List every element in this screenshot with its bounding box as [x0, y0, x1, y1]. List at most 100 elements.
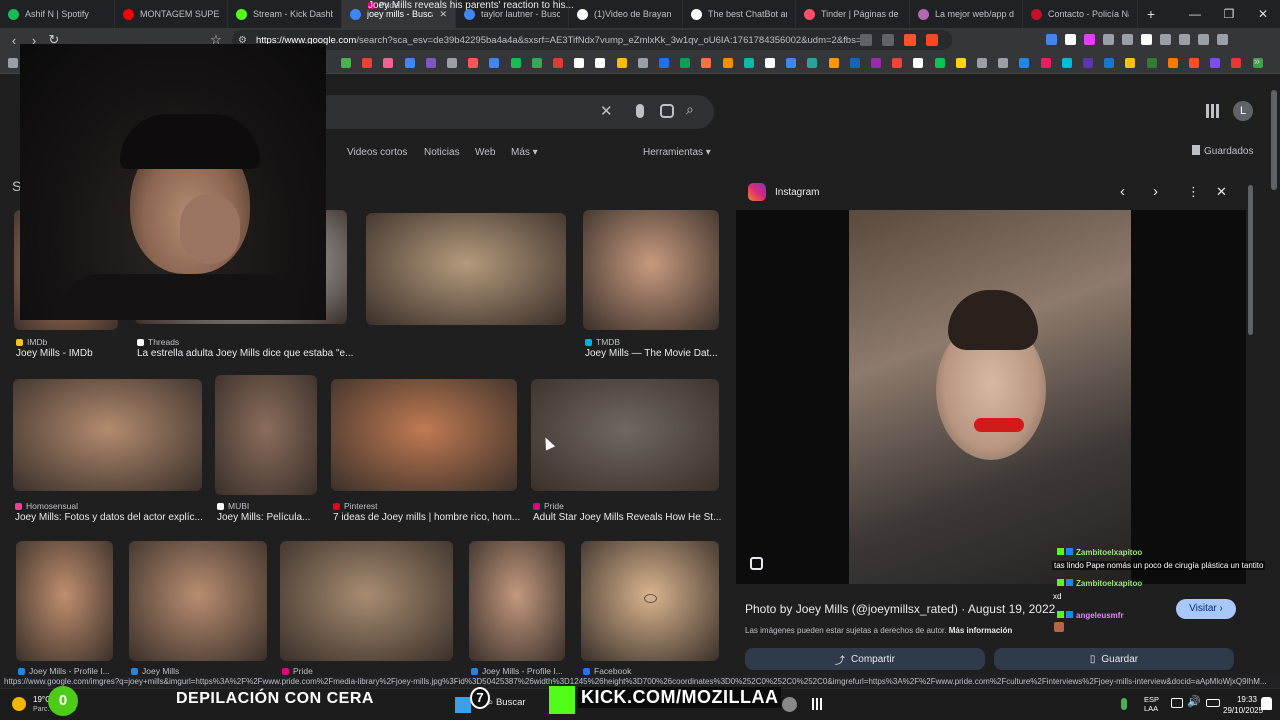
panel-next-icon[interactable]: ›	[1153, 183, 1158, 200]
result-thumbnail[interactable]	[583, 210, 719, 330]
bookmark-icon[interactable]	[362, 58, 373, 68]
result-thumbnail[interactable]	[129, 541, 267, 661]
tab-1[interactable]: Ashif N | Spotify	[0, 0, 115, 28]
result-source[interactable]: IMDb	[16, 337, 47, 347]
taskbar-search[interactable]: ⌕ Buscar	[488, 697, 526, 708]
result-caption[interactable]: 7 ideas de Joey mills | hombre rico, hom…	[333, 512, 520, 523]
apps-shortcut-icon[interactable]	[8, 58, 18, 68]
tab-7[interactable]: The best ChatBot and	[683, 0, 796, 28]
lens-search-icon[interactable]	[750, 557, 763, 570]
bookmark-icon[interactable]	[447, 58, 457, 68]
bookmark-icon[interactable]	[828, 58, 839, 68]
bookmark-icon[interactable]	[531, 58, 542, 68]
tab-9[interactable]: La mejor web/app de	[910, 0, 1023, 28]
language[interactable]: ESP LAA	[1144, 695, 1159, 713]
bookmark-icon[interactable]	[595, 58, 606, 68]
result-source[interactable]: Pinterest	[333, 501, 378, 511]
tab-10[interactable]: Contacto - Policía Nac	[1023, 0, 1138, 28]
saved-link[interactable]: Guardados	[1192, 145, 1253, 157]
close-window-button[interactable]: ✕	[1246, 7, 1280, 21]
windows-start-icon[interactable]	[455, 697, 471, 713]
extension-icon[interactable]	[1084, 34, 1095, 45]
result-source[interactable]: Joey Mills - Profile I...	[18, 666, 110, 676]
panel-title[interactable]: Photo by Joey Mills (@joeymillsx_rated) …	[745, 602, 1055, 616]
result-source[interactable]: Threads	[137, 337, 179, 347]
tab-8[interactable]: Tinder | Páginas de cit	[796, 0, 910, 28]
bookmark-icon[interactable]	[1167, 58, 1178, 68]
clear-icon[interactable]: ✕	[600, 102, 613, 120]
result-thumbnail[interactable]	[215, 375, 317, 495]
translate-icon[interactable]	[860, 34, 872, 46]
panel-prev-icon[interactable]: ‹	[1120, 183, 1125, 200]
bookmark-icon[interactable]	[637, 58, 648, 68]
bookmark-icon[interactable]	[468, 58, 479, 68]
bookmarks-overflow-icon[interactable]: »	[1254, 56, 1260, 68]
result-thumbnail[interactable]	[331, 379, 517, 491]
bookmark-icon[interactable]	[1231, 58, 1242, 68]
bookmark-icon[interactable]	[1125, 58, 1136, 68]
extension-icon[interactable]	[1103, 34, 1114, 45]
filter-news[interactable]: Noticias	[424, 147, 460, 158]
bookmark-icon[interactable]	[955, 58, 966, 68]
address-bar[interactable]: ⚙ https://www.google.com/search?sca_esv=…	[232, 30, 952, 50]
panel-close-icon[interactable]: ✕	[1216, 184, 1227, 200]
bookmark-icon[interactable]	[722, 58, 733, 68]
bookmark-icon[interactable]	[489, 58, 500, 68]
scrollbar[interactable]	[1271, 90, 1277, 190]
result-thumbnail[interactable]	[13, 379, 202, 491]
more-info-link[interactable]: Más información	[949, 626, 1013, 635]
app-icon[interactable]	[782, 697, 797, 712]
bookmark-icon[interactable]	[998, 58, 1009, 68]
result-source[interactable]: Facebook	[583, 666, 631, 676]
bookmark-icon[interactable]	[807, 58, 818, 68]
filter-videos[interactable]: Videos cortos	[347, 147, 407, 158]
result-caption[interactable]: Joey Mills: Fotos y datos del actor expl…	[15, 512, 203, 523]
bookmark-icon[interactable]	[680, 58, 691, 68]
extension-icon[interactable]	[1141, 34, 1152, 45]
bookmark-icon[interactable]	[341, 58, 351, 68]
extension-icon[interactable]	[1179, 34, 1190, 45]
bookmark-icon[interactable]	[616, 58, 627, 68]
extension-icon[interactable]	[1122, 34, 1133, 45]
search-icon[interactable]: ⌕	[686, 101, 694, 118]
filter-tools[interactable]: Herramientas ▾	[643, 147, 711, 158]
result-caption[interactable]: La estrella adulta Joey Mills dice que e…	[137, 348, 353, 359]
bookmark-icon[interactable]	[1146, 58, 1157, 68]
extension-icon[interactable]	[1046, 34, 1057, 45]
result-caption[interactable]: Joey Mills - IMDb	[16, 348, 93, 359]
bookmark-icon[interactable]	[701, 58, 712, 68]
extension-icon[interactable]	[1198, 34, 1209, 45]
bookmark-icon[interactable]	[425, 58, 436, 68]
save-button[interactable]: ▯ Guardar	[994, 648, 1234, 670]
filter-web[interactable]: Web	[475, 147, 495, 158]
bookmark-icon[interactable]	[510, 58, 521, 68]
bookmark-icon[interactable]	[1083, 58, 1093, 68]
apps-icon[interactable]	[1206, 104, 1220, 118]
bookmark-icon[interactable]	[871, 58, 881, 68]
minimize-button[interactable]: —	[1178, 7, 1212, 21]
search-box[interactable]: ✕ ⌕	[310, 95, 714, 129]
mic-icon[interactable]	[636, 104, 644, 118]
result-caption[interactable]: Joey Mills: Película...	[217, 512, 310, 523]
panel-scrollbar[interactable]	[1248, 185, 1253, 335]
bookmark-icon[interactable]	[977, 58, 987, 68]
brave-shield-icon[interactable]	[904, 34, 916, 46]
extension-icon[interactable]	[1160, 34, 1171, 45]
bookmark-icon[interactable]	[786, 58, 797, 68]
bookmark-icon[interactable]	[1210, 58, 1221, 68]
audio-visualizer-icon[interactable]	[812, 698, 824, 710]
extension-icon[interactable]	[1065, 34, 1076, 45]
bookmark-icon[interactable]	[849, 58, 860, 68]
result-source[interactable]: MUBI	[217, 501, 249, 511]
result-thumbnail[interactable]	[16, 541, 113, 661]
bookmark-icon[interactable]	[574, 58, 585, 68]
result-source[interactable]: Joey Mills	[131, 666, 179, 676]
visit-button[interactable]: Visitar ›	[1176, 599, 1236, 619]
bookmark-icon[interactable]	[765, 58, 775, 68]
bookmark-icon[interactable]	[743, 58, 754, 68]
result-source[interactable]: Pride	[282, 666, 313, 676]
extension-icon[interactable]	[1217, 34, 1228, 45]
mic-tray-icon[interactable]	[1121, 698, 1127, 710]
new-tab-button[interactable]: +	[1138, 6, 1164, 22]
result-source[interactable]: Homosensual	[15, 501, 78, 511]
